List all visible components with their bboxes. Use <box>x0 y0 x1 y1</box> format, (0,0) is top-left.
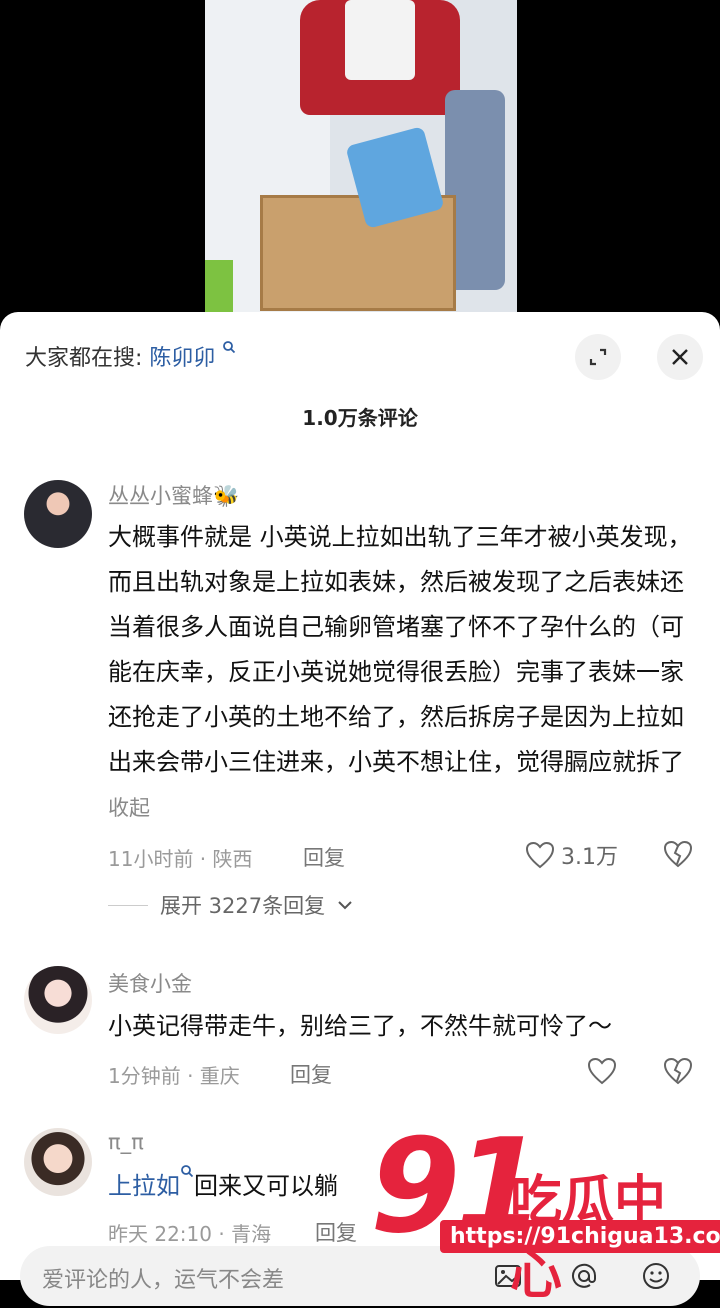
mention-link[interactable]: 上拉如 <box>108 1165 194 1200</box>
expand-replies-label: 展开 3227条回复 <box>160 894 326 918</box>
video-person-shirt <box>345 0 415 80</box>
search-suggestion[interactable]: 大家都在搜: 陈卯卯 <box>25 340 236 372</box>
comment-count: 1.0万条评论 <box>302 406 418 430</box>
comment-input-placeholder: 爱评论的人，运气不会差 <box>42 1268 285 1293</box>
heart-icon[interactable] <box>587 1057 617 1085</box>
expand-button[interactable] <box>575 334 621 380</box>
reply-button[interactable]: 回复 <box>303 842 345 872</box>
comment-username[interactable]: 美食小金 <box>108 968 192 998</box>
close-icon <box>672 349 688 365</box>
divider <box>108 904 148 906</box>
dislike-icon[interactable] <box>663 1057 693 1085</box>
heart-icon <box>525 841 555 869</box>
comment-meta: 1分钟前 · 重庆 <box>108 1064 240 1088</box>
comment-username[interactable]: 丛丛小蜜蜂🐝 <box>108 480 239 510</box>
avatar[interactable] <box>24 480 92 548</box>
collapse-link[interactable]: 收起 <box>108 796 150 820</box>
like-button[interactable]: 3.1万 <box>525 839 618 871</box>
video-frame[interactable] <box>205 0 517 320</box>
avatar[interactable] <box>24 966 92 1034</box>
comment-body: 大概事件就是 小英说上拉如出轨了三年才被小英发现，而且出轨对象是上拉如表妹，然后… <box>108 523 692 776</box>
search-suggestion-keyword[interactable]: 陈卯卯 <box>149 346 215 371</box>
reply-button[interactable]: 回复 <box>290 1059 332 1089</box>
close-button[interactable] <box>657 334 703 380</box>
search-icon <box>223 341 236 354</box>
comment-username[interactable]: π_π <box>108 1130 144 1154</box>
watermark-url: https://91chigua13.com <box>440 1220 720 1253</box>
comment-text: 小英记得带走牛，别给三了，不然牛就可怜了～ <box>108 1012 612 1040</box>
comment-body: 回来又可以躺 <box>194 1172 338 1200</box>
reply-button[interactable]: 回复 <box>315 1217 357 1247</box>
mention-text: 上拉如 <box>108 1172 180 1200</box>
search-suggestion-prefix: 大家都在搜: <box>25 346 143 371</box>
watermark-logo: 91 吃瓜中心 https://91chigua13.com <box>370 1110 720 1306</box>
comment-text: 大概事件就是 小英说上拉如出轨了三年才被小英发现，而且出轨对象是上拉如表妹，然后… <box>108 515 693 831</box>
comment-meta: 11小时前 · 陕西 <box>108 847 253 871</box>
expand-icon <box>589 348 607 366</box>
search-icon <box>181 1165 194 1178</box>
avatar[interactable] <box>24 1128 92 1196</box>
comment-meta: 昨天 22:10 · 青海 <box>108 1222 272 1246</box>
chevron-down-icon <box>338 901 352 910</box>
like-count: 3.1万 <box>561 845 618 870</box>
dislike-icon[interactable] <box>663 840 693 868</box>
expand-replies[interactable]: 展开 3227条回复 <box>108 890 353 920</box>
video-area[interactable] <box>0 0 720 320</box>
video-bottle <box>205 260 233 320</box>
